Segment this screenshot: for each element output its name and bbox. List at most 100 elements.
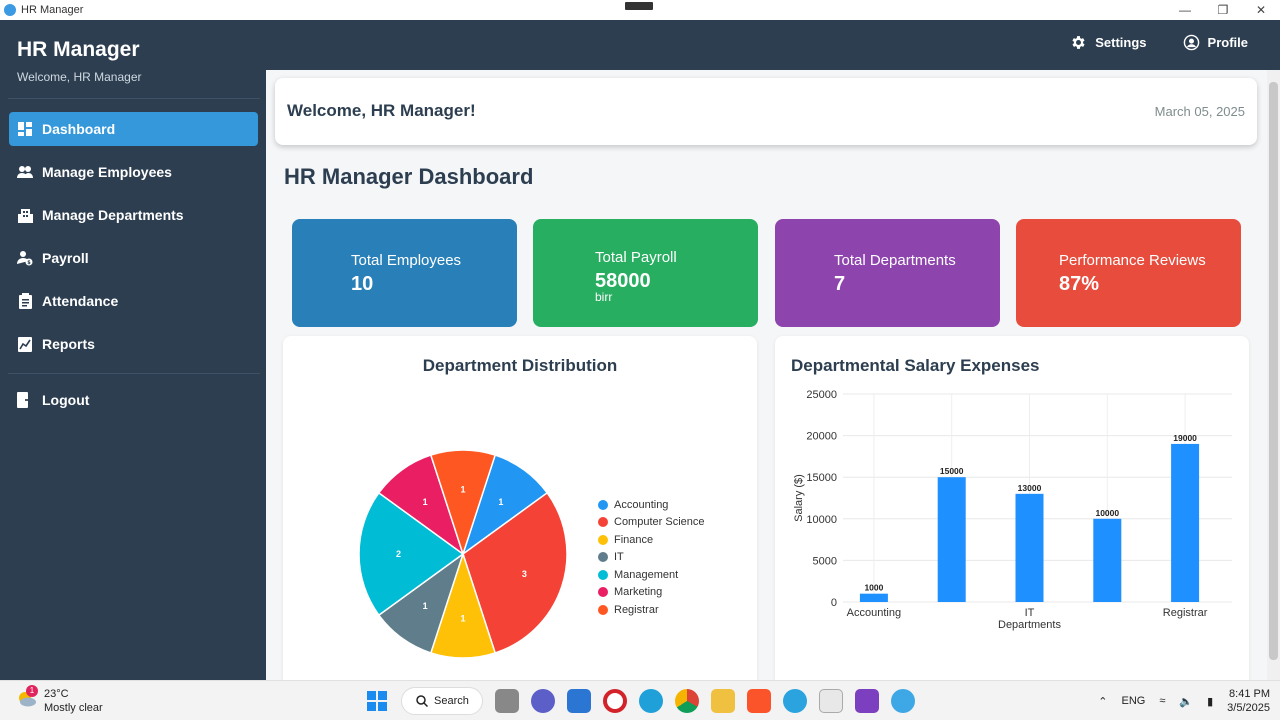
- title-bar: HR Manager — ❐ ✕: [0, 0, 1280, 20]
- python-app-icon[interactable]: [891, 689, 915, 713]
- close-button[interactable]: ✕: [1242, 0, 1280, 20]
- battery-icon[interactable]: ▮: [1207, 695, 1213, 708]
- brand-title: HR Manager: [17, 38, 140, 61]
- sidebar-item-label: Manage Employees: [42, 164, 172, 180]
- legend-label: Management: [614, 568, 679, 581]
- scrollbar-thumb[interactable]: [1269, 82, 1278, 660]
- taskbar-search[interactable]: Search: [401, 687, 483, 715]
- minimize-button[interactable]: —: [1166, 0, 1204, 20]
- store-icon[interactable]: [567, 689, 591, 713]
- profile-label: Profile: [1207, 35, 1248, 50]
- sidebar-item-dashboard[interactable]: Dashboard: [9, 112, 258, 146]
- card-total-employees: Total Employees 10: [292, 219, 517, 327]
- bar[interactable]: [859, 593, 888, 602]
- taskbar-apps: Search: [365, 687, 915, 715]
- svg-text:$: $: [27, 260, 31, 266]
- payroll-icon: $: [17, 250, 33, 266]
- telegram-icon[interactable]: [783, 689, 807, 713]
- profile-button[interactable]: Profile: [1183, 34, 1248, 51]
- sidebar-item-reports[interactable]: Reports: [9, 327, 258, 361]
- language-indicator[interactable]: ENG: [1122, 695, 1146, 707]
- app-window: HR Manager — ❐ ✕ Settings Profile HR Man…: [0, 0, 1280, 720]
- bar-value-label: 10000: [1095, 508, 1119, 518]
- weather-temp: 23°C: [44, 688, 69, 700]
- bar[interactable]: [1015, 493, 1044, 602]
- task-view-icon[interactable]: [495, 689, 519, 713]
- maximize-button[interactable]: ❐: [1204, 0, 1242, 20]
- building-icon: [17, 207, 33, 223]
- edge-icon[interactable]: [639, 689, 663, 713]
- volume-icon[interactable]: 🔈: [1179, 695, 1193, 708]
- legend-item[interactable]: Computer Science: [598, 514, 705, 532]
- legend-swatch: [598, 569, 608, 580]
- sidebar-item-manage-departments[interactable]: Manage Departments: [9, 198, 258, 232]
- legend-swatch: [598, 552, 608, 563]
- chrome-icon[interactable]: [675, 689, 699, 713]
- sidebar-item-attendance[interactable]: Attendance: [9, 284, 258, 318]
- sidebar-item-label: Dashboard: [42, 121, 116, 137]
- file-explorer-icon[interactable]: [711, 689, 735, 713]
- chevron-up-icon[interactable]: ⌃: [1098, 695, 1107, 708]
- legend-item[interactable]: Management: [598, 566, 705, 584]
- drag-handle[interactable]: [625, 2, 653, 10]
- card-value: 10: [351, 273, 374, 295]
- vertical-scrollbar[interactable]: [1267, 70, 1280, 680]
- pie-slice-label: 1: [498, 497, 503, 507]
- start-button[interactable]: [365, 689, 389, 713]
- clipboard-icon: [17, 293, 33, 309]
- card-performance-reviews: Performance Reviews 87%: [1016, 219, 1241, 327]
- card-label: Performance Reviews: [1059, 252, 1206, 269]
- sidebar-divider: [8, 373, 260, 374]
- sidebar-item-payroll[interactable]: $ Payroll: [9, 241, 258, 275]
- search-icon: [416, 695, 428, 707]
- legend-label: Computer Science: [614, 516, 705, 529]
- sidebar-item-manage-employees[interactable]: Manage Employees: [9, 155, 258, 189]
- sidebar: HR Manager Welcome, HR Manager Dashboard…: [0, 20, 266, 680]
- pie-slice-label: 1: [460, 485, 465, 495]
- sidebar-item-logout[interactable]: Logout: [9, 383, 258, 417]
- user-circle-icon: [1183, 34, 1199, 51]
- legend-item[interactable]: IT: [598, 549, 705, 567]
- legend-item[interactable]: Registrar: [598, 601, 705, 619]
- search-label: Search: [434, 695, 469, 707]
- wifi-icon[interactable]: ≈: [1159, 695, 1165, 707]
- clock-time: 8:41 PM: [1229, 688, 1270, 700]
- bar-value-label: 13000: [1018, 483, 1042, 493]
- visual-studio-icon[interactable]: [855, 689, 879, 713]
- pie-slice-label: 1: [423, 497, 428, 507]
- x-tick-label: IT: [1025, 607, 1035, 619]
- clock-date: 3/5/2025: [1227, 702, 1270, 714]
- gear-icon: [1072, 36, 1085, 49]
- settings-button[interactable]: Settings: [1070, 34, 1147, 51]
- bar[interactable]: [1093, 518, 1122, 602]
- bar[interactable]: [937, 477, 966, 602]
- notepad-icon[interactable]: [819, 689, 843, 713]
- legend-label: Accounting: [614, 498, 669, 511]
- x-tick-label: Accounting: [847, 607, 901, 619]
- legend-item[interactable]: Finance: [598, 531, 705, 549]
- y-tick-label: 25000: [806, 389, 837, 401]
- pie-slice-label: 1: [423, 601, 428, 611]
- users-icon: [17, 164, 33, 180]
- legend-item[interactable]: Accounting: [598, 496, 705, 514]
- bar[interactable]: [1171, 443, 1200, 602]
- legend-item[interactable]: Marketing: [598, 584, 705, 602]
- card-label: Total Departments: [834, 252, 956, 269]
- x-tick-label: Registrar: [1163, 607, 1208, 619]
- y-tick-label: 15000: [806, 472, 837, 484]
- sidebar-item-label: Reports: [42, 336, 95, 352]
- current-date: March 05, 2025: [1154, 104, 1245, 119]
- sidebar-item-label: Logout: [42, 392, 90, 408]
- weather-widget[interactable]: 1 23°C Mostly clear: [16, 685, 103, 715]
- opera-icon[interactable]: [603, 689, 627, 713]
- card-value: 7: [834, 273, 846, 295]
- brand-welcome: Welcome, HR Manager: [17, 70, 142, 84]
- card-total-payroll: Total Payroll 58000 birr: [533, 219, 758, 327]
- clock[interactable]: 8:41 PM 3/5/2025: [1227, 687, 1270, 715]
- pie-slice-label: 2: [396, 549, 401, 559]
- chat-icon[interactable]: [531, 689, 555, 713]
- brave-icon[interactable]: [747, 689, 771, 713]
- dashboard-icon: [17, 121, 33, 137]
- legend-swatch: [598, 517, 608, 528]
- weather-desc: Mostly clear: [44, 702, 103, 714]
